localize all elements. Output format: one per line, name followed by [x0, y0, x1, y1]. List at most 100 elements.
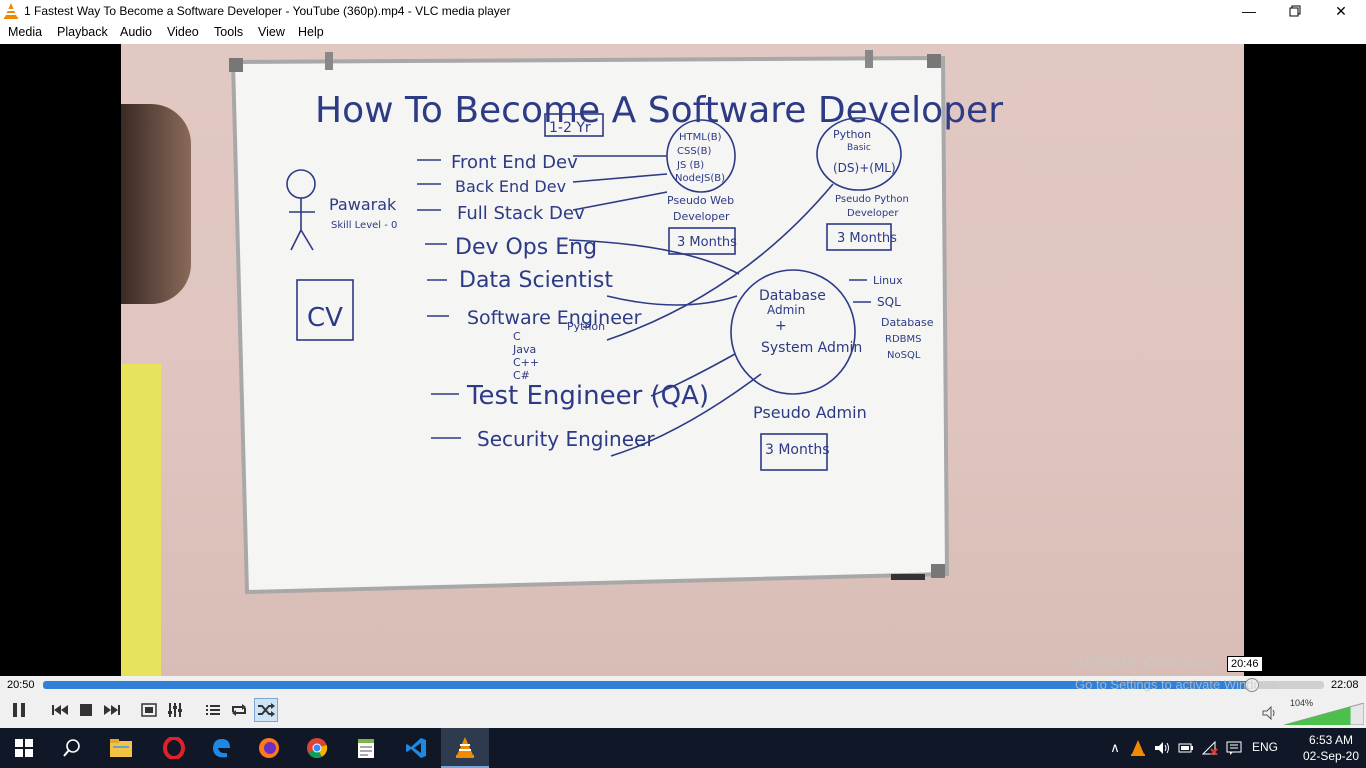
taskbar-opera[interactable]	[150, 728, 198, 768]
taskbar-notepad[interactable]	[342, 728, 390, 768]
mute-button[interactable]	[1259, 703, 1281, 723]
board-duration: 1-2 Yr	[549, 120, 591, 136]
start-icon	[15, 739, 33, 757]
close-button[interactable]: ✕	[1318, 0, 1364, 22]
menu-video[interactable]: Video	[167, 25, 199, 39]
tray-network[interactable]	[1201, 738, 1219, 758]
seek-progress	[43, 681, 1251, 689]
speaker-icon	[1262, 706, 1275, 720]
whiteboard: How To Become A Software Developer 1-2 Y…	[229, 50, 1003, 595]
video-frame: How To Become A Software Developer 1-2 Y…	[121, 44, 1244, 676]
fullscreen-button[interactable]	[137, 698, 161, 722]
taskbar-vscode[interactable]	[392, 728, 440, 768]
menu-help[interactable]: Help	[298, 25, 324, 39]
db-text-4: System Admin	[761, 340, 862, 356]
py-skill-3: (DS)+(ML)	[833, 161, 896, 175]
playlist-icon	[206, 705, 220, 715]
board-corner	[229, 58, 243, 72]
close-icon: ✕	[1335, 2, 1347, 19]
menu-audio[interactable]: Audio	[120, 25, 152, 39]
previous-button[interactable]	[48, 698, 72, 722]
py-months: 3 Months	[837, 231, 897, 246]
web-skill-1: HTML(B)	[679, 132, 722, 143]
taskbar: ∧ ENG 6:53 AM 02-Sep-20	[0, 728, 1366, 768]
total-time[interactable]: 22:08	[1331, 679, 1359, 691]
menu-bar: Media Playback Audio Video Tools View He…	[0, 22, 1366, 44]
maximize-button[interactable]	[1272, 0, 1318, 22]
lang-c: C	[513, 330, 521, 343]
shuffle-icon	[258, 703, 275, 717]
role-2: Back End Dev	[455, 177, 566, 196]
vlc-icon	[456, 737, 474, 758]
control-bar: 104%	[0, 694, 1366, 728]
random-button[interactable]	[254, 698, 278, 722]
taskbar-file-explorer[interactable]	[97, 728, 145, 768]
menu-tools[interactable]: Tools	[214, 25, 243, 39]
edge-icon	[213, 739, 230, 758]
lang-java: Java	[512, 343, 536, 356]
tray-show-hidden[interactable]: ∧	[1106, 738, 1124, 758]
py-skill-2: Basic	[847, 143, 871, 153]
playlist-button[interactable]	[201, 698, 225, 722]
clock-time: 6:53 AM	[1308, 733, 1354, 747]
vscode-icon	[406, 738, 426, 758]
board-corner	[931, 564, 945, 578]
role-4: Dev Ops Eng	[455, 235, 597, 260]
py-skill-1: Python	[833, 128, 871, 141]
next-icon	[104, 705, 120, 715]
taskbar-chrome[interactable]	[293, 728, 341, 768]
board-clip	[865, 50, 873, 68]
loop-button[interactable]	[227, 698, 251, 722]
vlc-tray-icon	[1131, 740, 1145, 756]
start-button[interactable]	[0, 728, 48, 768]
db-list-3: Database	[881, 316, 934, 329]
tray-action-center[interactable]	[1225, 738, 1243, 758]
window-title: 1 Fastest Way To Become a Software Devel…	[24, 4, 511, 18]
search-button[interactable]	[48, 728, 96, 768]
menu-view[interactable]: View	[258, 25, 285, 39]
tray-battery[interactable]	[1177, 738, 1195, 758]
board-marker	[891, 574, 925, 580]
web-label-1: Pseudo Web	[667, 194, 734, 207]
input-language[interactable]: ENG	[1252, 740, 1278, 754]
db-months: 3 Months	[765, 442, 830, 458]
menu-playback[interactable]: Playback	[57, 25, 108, 39]
previous-icon	[52, 705, 68, 715]
video-area[interactable]: How To Become A Software Developer 1-2 Y…	[0, 44, 1366, 676]
role-3: Full Stack Dev	[457, 203, 585, 224]
activation-watermark: Activate Windows	[1073, 652, 1216, 672]
stop-button[interactable]	[74, 698, 98, 722]
play-pause-button[interactable]	[6, 697, 32, 723]
db-label: Pseudo Admin	[753, 403, 867, 422]
title-bar: 1 Fastest Way To Become a Software Devel…	[0, 0, 1366, 22]
stop-icon	[80, 704, 92, 716]
taskbar-firefox[interactable]	[245, 728, 293, 768]
notepad-icon	[358, 739, 374, 758]
tray-volume[interactable]	[1153, 738, 1171, 758]
extended-settings-button[interactable]	[163, 698, 187, 722]
db-list-1: Linux	[873, 274, 903, 287]
activation-watermark-sub: Go to Settings to activate Windows.	[1075, 677, 1281, 692]
web-skill-3: JS (B)	[676, 160, 704, 171]
db-text-1: Database	[759, 288, 826, 304]
db-list-5: NoSQL	[887, 350, 921, 361]
notification-icon	[1226, 741, 1242, 755]
role-5: Data Scientist	[459, 268, 613, 293]
next-button[interactable]	[100, 698, 124, 722]
elapsed-time[interactable]: 20:50	[7, 679, 35, 691]
extended-settings-icon	[168, 703, 182, 717]
tray-vlc[interactable]	[1129, 738, 1147, 758]
minimize-button[interactable]: —	[1226, 0, 1272, 22]
lang-python: Python	[567, 320, 605, 333]
clock-date: 02-Sep-20	[1302, 749, 1360, 763]
taskbar-vlc[interactable]	[441, 728, 489, 768]
menu-media[interactable]: Media	[8, 25, 42, 39]
system-clock[interactable]: 6:53 AM 02-Sep-20	[1296, 732, 1366, 764]
taskbar-edge[interactable]	[197, 728, 245, 768]
board-corner	[927, 54, 941, 68]
person-level: Skill Level - 0	[331, 220, 397, 231]
file-explorer-icon	[110, 739, 132, 757]
role-1: Front End Dev	[451, 152, 578, 173]
loop-icon	[232, 704, 246, 716]
volume-slider[interactable]	[1284, 703, 1364, 725]
